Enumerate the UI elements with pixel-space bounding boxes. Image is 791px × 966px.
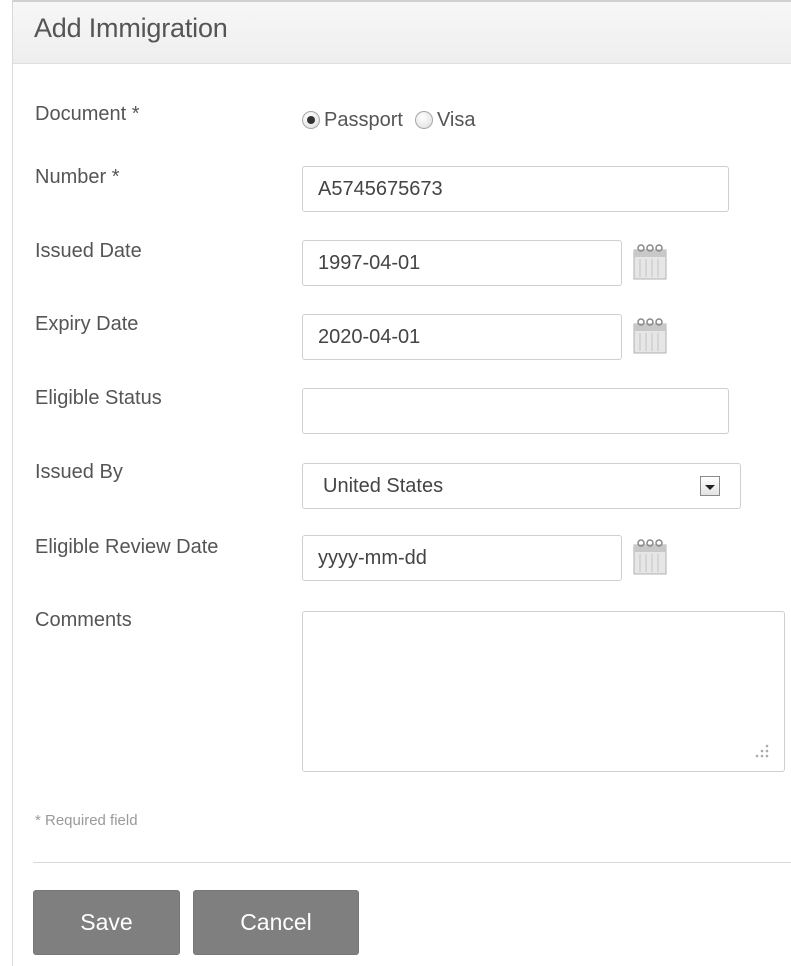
passport-radio-label[interactable]: Passport [324,109,403,132]
number-label: Number * [35,166,120,188]
comments-textarea[interactable] [302,611,785,772]
radio-selected-dot [307,116,315,124]
panel-header: Add Immigration [13,0,791,64]
dropdown-arrow-icon[interactable] [700,476,720,496]
visa-radio-label[interactable]: Visa [437,109,476,132]
issued-date-input[interactable] [302,240,622,286]
issued-by-select[interactable]: United States [302,463,741,509]
document-label: Document * [35,103,140,125]
eligible-review-date-input[interactable] [302,535,622,581]
add-immigration-panel: Add Immigration Document * Passport Visa… [12,0,791,966]
resize-grip-icon[interactable] [747,738,773,764]
cancel-button[interactable]: Cancel [193,890,359,955]
issued-by-selected-value: United States [323,474,444,497]
eligible-status-label: Eligible Status [35,387,162,409]
number-input[interactable] [302,166,729,212]
issued-date-label: Issued Date [35,240,142,262]
expiry-date-label: Expiry Date [35,313,139,335]
document-radio-group: Passport Visa [302,105,487,135]
required-field-note: * Required field [35,812,138,829]
calendar-icon[interactable] [630,315,670,355]
calendar-icon[interactable] [630,536,670,576]
calendar-icon[interactable] [630,241,670,281]
issued-by-label: Issued By [35,461,123,483]
eligible-status-input[interactable] [302,388,729,434]
eligible-review-date-label: Eligible Review Date [35,536,219,558]
visa-radio[interactable] [414,111,433,129]
save-button[interactable]: Save [33,890,180,955]
comments-label: Comments [35,609,132,631]
page-title: Add Immigration [34,13,228,43]
expiry-date-input[interactable] [302,314,622,360]
passport-radio[interactable] [302,111,320,129]
divider [33,862,791,863]
